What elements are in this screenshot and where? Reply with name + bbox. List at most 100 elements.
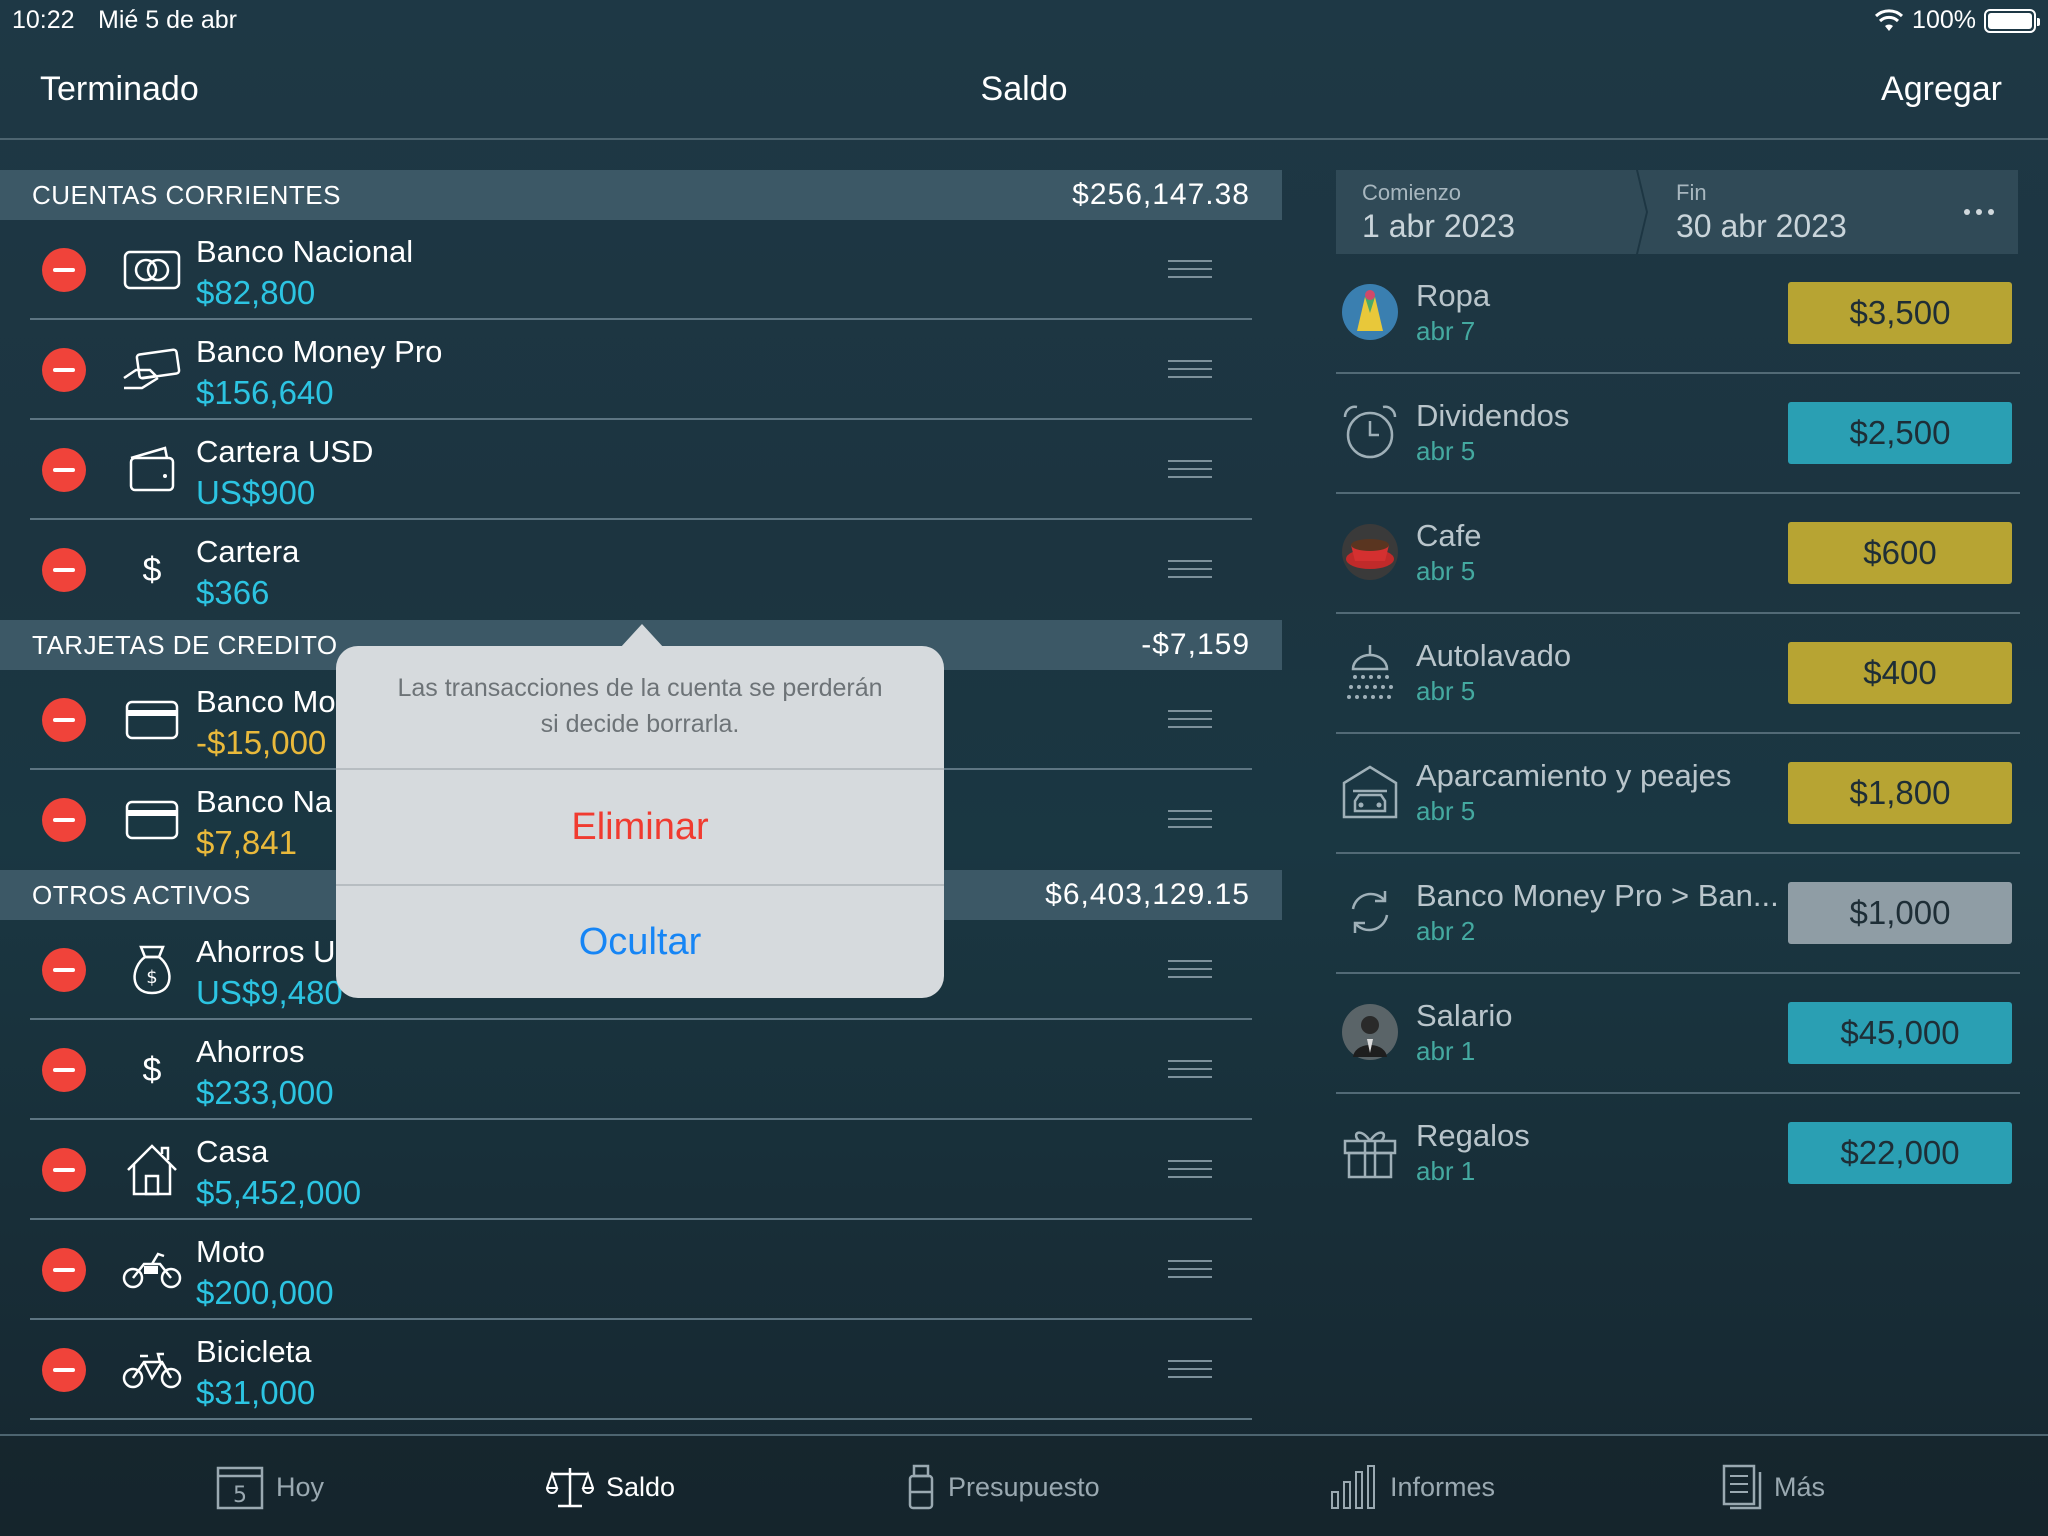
wallet-icon [120, 442, 184, 498]
person-photo-icon [1340, 1002, 1400, 1062]
more-options-button[interactable] [1940, 170, 2018, 254]
reorder-handle[interactable] [1168, 460, 1212, 482]
transaction-amount: $400 [1788, 642, 2012, 704]
tab-informes[interactable]: Informes [1330, 1464, 1495, 1510]
period-start-value: 1 abr 2023 [1362, 208, 1516, 244]
credit-card-icon [120, 692, 184, 748]
tab-hoy[interactable]: 5 Hoy [216, 1464, 324, 1510]
transaction-row[interactable]: Banco Money Pro > Ban... abr 2 $1,000 [1336, 854, 2020, 974]
tab-saldo[interactable]: Saldo [546, 1464, 675, 1510]
reorder-handle[interactable] [1168, 710, 1212, 732]
reorder-handle[interactable] [1168, 1160, 1212, 1182]
account-amount: $366 [196, 574, 270, 611]
transaction-name: Salario [1416, 998, 1513, 1033]
delete-circle-button[interactable] [42, 798, 86, 842]
reorder-handle[interactable] [1168, 360, 1212, 382]
account-row[interactable]: Banco Money Pro $156,640 [0, 320, 1282, 420]
section-title: OTROS ACTIVOS [32, 879, 251, 910]
reorder-handle[interactable] [1168, 560, 1212, 582]
balance-scale-icon [546, 1468, 594, 1508]
tab-label: Presupuesto [948, 1471, 1100, 1502]
transaction-row[interactable]: Ropa abr 7 $3,500 [1336, 254, 2020, 374]
transaction-amount: $1,000 [1788, 882, 2012, 944]
transaction-row[interactable]: Cafe abr 5 $600 [1336, 494, 2020, 614]
delete-circle-button[interactable] [42, 348, 86, 392]
delete-circle-button[interactable] [42, 698, 86, 742]
account-name: Ahorros [196, 1034, 305, 1069]
transaction-row[interactable]: Aparcamiento y peajes abr 5 $1,800 [1336, 734, 2020, 854]
account-name: Bicicleta [196, 1334, 312, 1369]
section-title: TARJETAS DE CREDITO [32, 629, 338, 660]
transaction-date: abr 1 [1416, 1036, 1476, 1066]
account-amount: $31,000 [196, 1374, 316, 1411]
period-start[interactable]: Comienzo 1 abr 2023 [1336, 170, 1646, 254]
delete-circle-button[interactable] [42, 448, 86, 492]
transaction-name: Autolavado [1416, 638, 1572, 673]
transaction-date: abr 5 [1416, 676, 1476, 706]
tab-label: Saldo [606, 1471, 676, 1502]
transaction-row[interactable]: Dividendos abr 5 $2,500 [1336, 374, 2020, 494]
reorder-handle[interactable] [1168, 260, 1212, 282]
tab-label: Hoy [276, 1471, 325, 1502]
transaction-row[interactable]: Autolavado abr 5 $400 [1336, 614, 2020, 734]
delete-circle-button[interactable] [42, 248, 86, 292]
account-name: Cartera USD [196, 434, 374, 469]
transaction-date: abr 7 [1416, 316, 1476, 346]
delete-circle-button[interactable] [42, 1348, 86, 1392]
account-name: Casa [196, 1134, 269, 1169]
delete-circle-button[interactable] [42, 1048, 86, 1092]
account-row[interactable]: $ Ahorros $233,000 [0, 1020, 1282, 1120]
transaction-name: Aparcamiento y peajes [1416, 758, 1732, 793]
reorder-handle[interactable] [1168, 1260, 1212, 1282]
gift-icon [1340, 1122, 1400, 1182]
reorder-handle[interactable] [1168, 810, 1212, 832]
delete-circle-button[interactable] [42, 548, 86, 592]
hide-button[interactable]: Ocultar [336, 886, 944, 998]
account-name: Banco Na [196, 784, 333, 819]
transaction-name: Dividendos [1416, 398, 1570, 433]
svg-text:5: 5 [233, 1483, 247, 1508]
transactions-list: Ropa abr 7 $3,500 Dividendos abr 5 $2,50… [1336, 254, 2020, 1214]
account-row[interactable]: Cartera USD US$900 [0, 420, 1282, 520]
transaction-row[interactable]: Regalos abr 1 $22,000 [1336, 1094, 2020, 1214]
add-button[interactable]: Agregar [1881, 70, 2002, 109]
delete-circle-button[interactable] [42, 1148, 86, 1192]
transaction-row[interactable]: Salario abr 1 $45,000 [1336, 974, 2020, 1094]
account-row[interactable]: Banco Nacional $82,800 [0, 220, 1282, 320]
delete-circle-button[interactable] [42, 1248, 86, 1292]
reorder-handle[interactable] [1168, 960, 1212, 982]
banknote-icon [120, 242, 184, 298]
svg-text:$: $ [146, 967, 157, 988]
tab-presupuesto[interactable]: Presupuesto [906, 1464, 1100, 1510]
account-row[interactable]: Casa $5,452,000 [0, 1120, 1282, 1220]
delete-button[interactable]: Eliminar [336, 770, 944, 884]
account-amount: $82,800 [196, 274, 316, 311]
page-title: Saldo [980, 70, 1068, 108]
transaction-amount: $600 [1788, 522, 2012, 584]
delete-account-popover: Las transacciones de la cuenta se perder… [336, 624, 944, 998]
account-row[interactable]: Moto $200,000 [0, 1220, 1282, 1320]
section-total: $256,147.38 [1072, 178, 1250, 211]
account-amount: $7,841 [196, 824, 297, 861]
tab-mas[interactable]: Más [1722, 1464, 1825, 1510]
account-row[interactable]: Bicicleta $31,000 [0, 1320, 1282, 1420]
delete-circle-button[interactable] [42, 948, 86, 992]
reorder-handle[interactable] [1168, 1360, 1212, 1382]
nav-bar: Terminado Saldo Agregar [0, 40, 2048, 140]
credit-card-icon [120, 792, 184, 848]
shower-icon [1340, 642, 1400, 702]
account-name: Cartera [196, 534, 300, 569]
account-row[interactable]: $ Cartera $366 [0, 520, 1282, 620]
transaction-name: Regalos [1416, 1118, 1530, 1153]
reorder-handle[interactable] [1168, 1060, 1212, 1082]
transaction-amount: $22,000 [1788, 1122, 2012, 1184]
section-total: -$7,159 [1141, 628, 1250, 661]
transaction-name: Cafe [1416, 518, 1482, 553]
tab-bar: 5 Hoy Saldo Presupuesto Informes Más [0, 1434, 2048, 1536]
ellipsis-icon [1964, 209, 1970, 215]
period-end[interactable]: Fin 30 abr 2023 [1638, 170, 1972, 254]
transaction-amount: $1,800 [1788, 762, 2012, 824]
battery-icon [1984, 8, 2040, 33]
motorcycle-icon [120, 1242, 184, 1298]
tab-label: Informes [1390, 1471, 1496, 1502]
